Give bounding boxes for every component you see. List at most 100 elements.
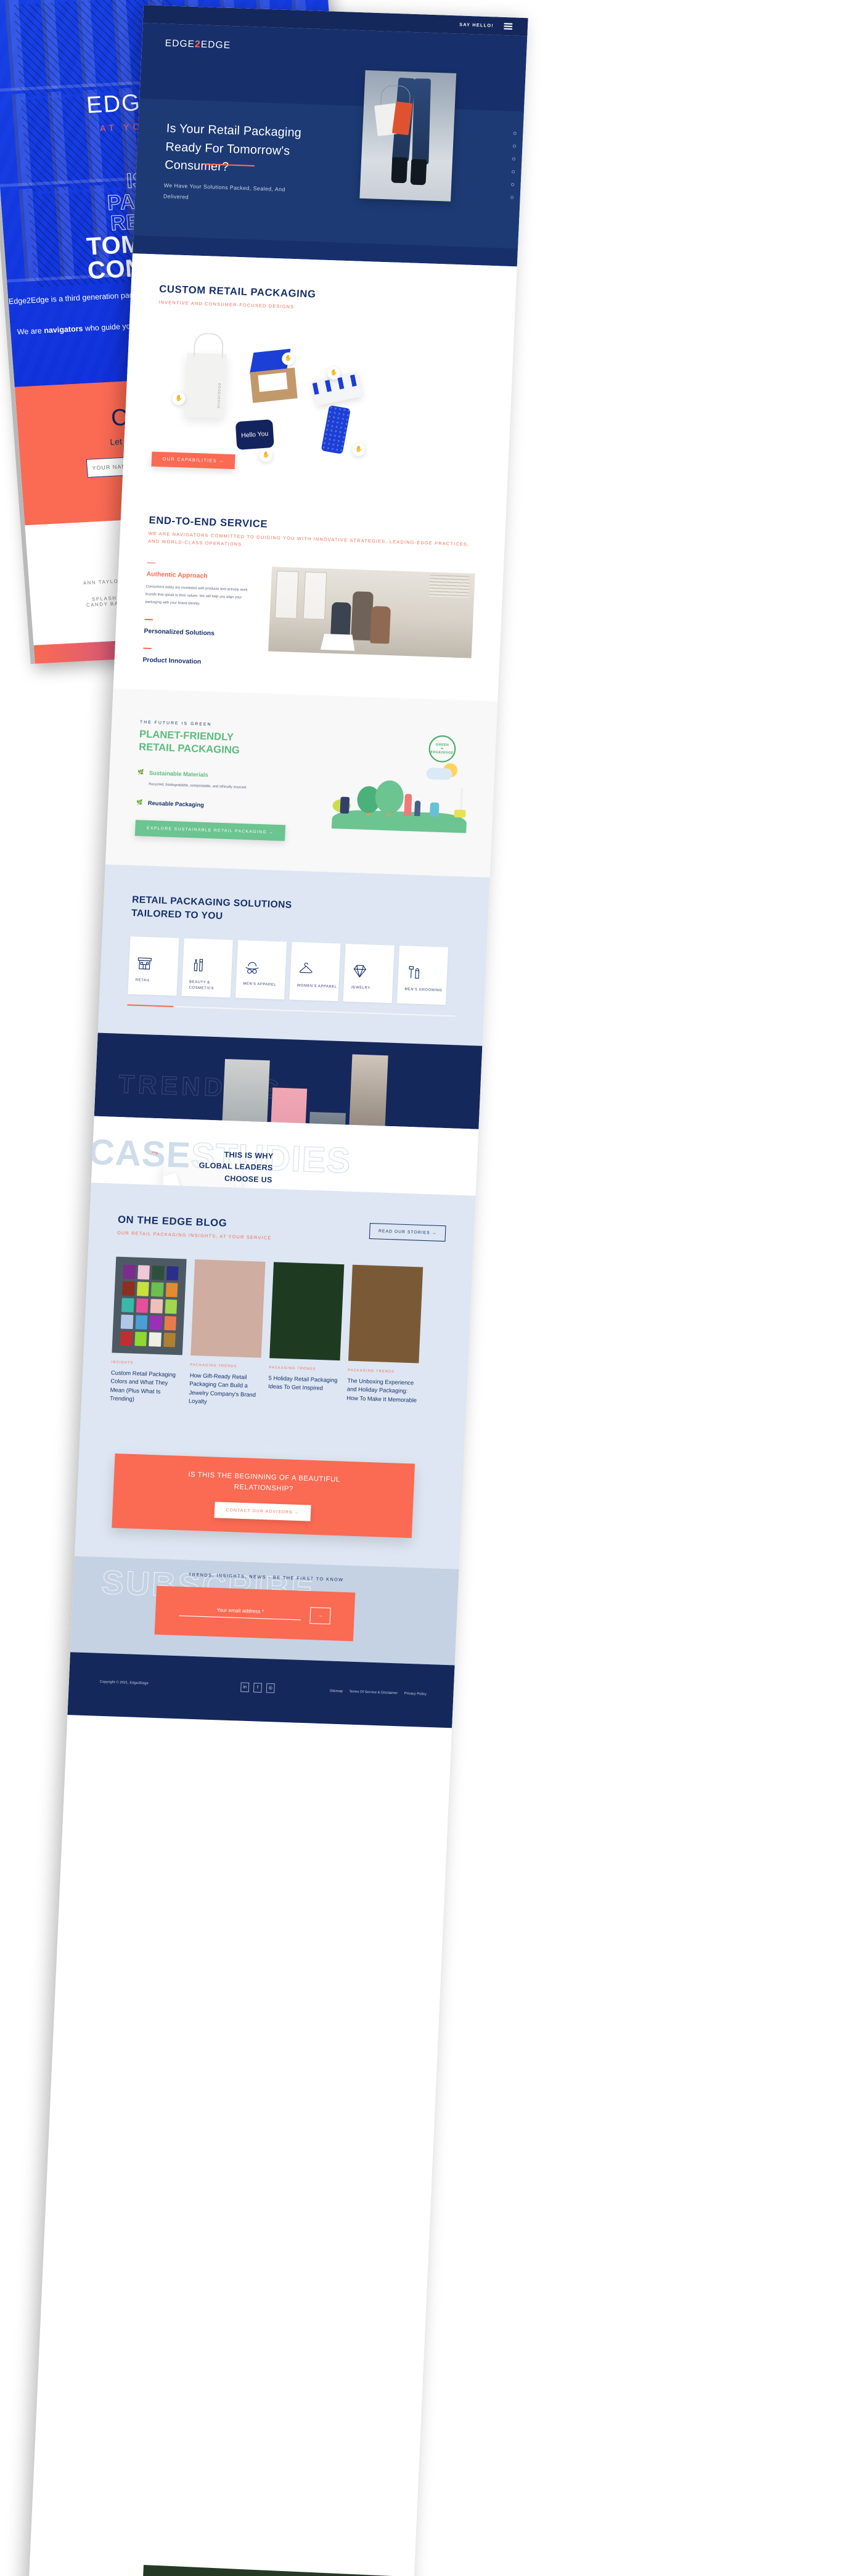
solution-card-label: WOMEN'S APPAREL — [297, 983, 337, 989]
poly-mailer-text: Hello You — [240, 430, 269, 440]
hero-headline: Is Your Retail Packaging Ready For Tomor… — [164, 121, 302, 174]
blog-card-category: PACKAGING TRENDS — [269, 1365, 316, 1372]
logo-left: EDGE — [165, 38, 195, 50]
contact-advisors-button[interactable]: CONTACT OUR ADVISORS → — [214, 1502, 311, 1521]
case-heading-line-2: GLOBAL LEADERS — [198, 1161, 273, 1173]
hat-glasses-icon — [237, 957, 286, 978]
solution-card-mens-apparel[interactable]: MEN'S APPAREL — [235, 940, 287, 1000]
solution-card-label: JEWELRY — [350, 985, 370, 991]
hamburger-menu-icon[interactable] — [504, 23, 513, 30]
blog-card[interactable]: INSIGHTS Custom Retail Packaging Colors … — [110, 1256, 187, 1405]
blog-thumbnail — [112, 1256, 187, 1355]
email-input[interactable]: Your email address * — [179, 1605, 301, 1621]
e2e-item-product-innovation[interactable]: Product Innovation — [142, 647, 255, 668]
blog-card-category: INSIGHTS — [111, 1360, 134, 1365]
bubble-mailer-product — [321, 405, 351, 454]
solution-card-womens-apparel[interactable]: WOMEN'S APPAREL — [289, 941, 341, 1002]
blog-card-title: Custom Retail Packaging Colors and What … — [109, 1369, 176, 1403]
leaf-icon: 🌿 — [137, 769, 144, 775]
read-our-stories-button[interactable]: READ OUR STORIES → — [369, 1222, 446, 1242]
end-to-end-section: END-TO-END SERVICE WE ARE NAVIGATORS COM… — [113, 487, 507, 701]
blog-subtitle: OUR RETAIL PACKAGING INSIGHTS, AT YOUR S… — [117, 1230, 272, 1241]
footer-link-privacy[interactable]: Privacy Policy — [404, 1691, 427, 1696]
solutions-scrollbar[interactable] — [127, 1004, 456, 1017]
e2e-item-personalized-solutions[interactable]: Personalized Solutions — [144, 619, 256, 639]
cta-panel: IS THIS THE BEGINNING OF A BEAUTIFUL REL… — [112, 1453, 415, 1538]
footer-link-sitemap[interactable]: Sitemap — [330, 1689, 343, 1693]
linkedin-icon[interactable]: in — [240, 1682, 250, 1693]
say-hello-link[interactable]: SAY HELLO! — [459, 22, 494, 28]
instagram-icon[interactable]: ◎ — [266, 1683, 275, 1693]
custom-packaging-section: CUSTOM RETAIL PACKAGING INVENTIVE AND CO… — [122, 253, 517, 501]
new-footer: Copyright © 2021, Edge2Edge in f ◎ Sitem… — [67, 1652, 455, 1728]
trending-section: WHAT IS TRENDING IN RETAIL PACKAGING TRE… — [94, 1032, 483, 1129]
trending-tile[interactable] — [221, 1058, 270, 1129]
subscribe-submit-button[interactable]: → — [309, 1606, 331, 1625]
blog-card-title: The Unboxing Experience and Holiday Pack… — [346, 1377, 417, 1404]
case-studies-section: ⤳ THIS IS WHY GLOBAL LEADERS CHOOSE US D… — [91, 1116, 479, 1196]
e2e-item-title: Product Innovation — [142, 656, 202, 666]
solution-card-label: BEAUTY & COSMETICS — [189, 979, 214, 991]
blog-thumbnail — [348, 1264, 423, 1364]
footer-copyright: Copyright © 2021, Edge2Edge — [99, 1680, 149, 1686]
solution-card-label: MEN'S GROOMING — [404, 987, 443, 993]
case-heading: THIS IS WHY GLOBAL LEADERS CHOOSE US — [170, 1147, 274, 1187]
our-capabilities-button[interactable]: OUR CAPABILITIES → — [151, 451, 236, 470]
new-hero-section: EDGE 2 EDGE Is Your Retail Packaging Ready… — [133, 23, 528, 267]
hero-shopper-photo — [359, 70, 457, 202]
subscribe-form: Your email address * → — [154, 1585, 356, 1642]
product-collage: EDGE2EDGE Hello You ✋ ✋ ✋ ✋ ✋ — [152, 324, 486, 463]
tote-bag-product: EDGE2EDGE — [184, 353, 227, 419]
solution-card-jewelry[interactable]: JEWELRY — [343, 943, 395, 1004]
green-feature-title: Reusable Packaging — [147, 799, 205, 809]
green-feature-body: Recycled, biodegradable, compostable, an… — [149, 782, 247, 790]
hanger-icon — [290, 959, 340, 979]
team-meeting-photo — [268, 566, 475, 658]
facebook-icon[interactable]: f — [253, 1682, 263, 1693]
e2e-item-body: Consumers today are inundated with produ… — [145, 585, 248, 606]
new-logo[interactable]: EDGE 2 EDGE — [165, 38, 231, 51]
e2e-item-authentic-approach[interactable]: Authentic Approach Consumers today are i… — [145, 562, 259, 610]
solution-card-mens-grooming[interactable]: MEN'S GROOMING — [396, 945, 449, 1005]
blog-thumbnail — [190, 1259, 266, 1358]
diamond-icon — [344, 960, 393, 981]
eco-illustration — [331, 758, 469, 833]
e2e-item-title: Personalized Solutions — [144, 628, 215, 637]
blog-card-title: How Gift-Ready Retail Packaging Can Buil… — [188, 1372, 256, 1405]
blog-card-category: PACKAGING TRENDS — [190, 1363, 237, 1368]
green-feature-title: Sustainable Materials — [149, 769, 208, 778]
e2e-accordion: Authentic Approach Consumers today are i… — [142, 562, 259, 667]
blog-card-title: 5 Holiday Retail Packaging Ideas To Get … — [268, 1375, 338, 1392]
blog-card[interactable]: PACKAGING TRENDS The Unboxing Experience… — [346, 1264, 423, 1405]
hand-badge-icon: ✋ — [259, 449, 273, 462]
cta-section: IS THIS THE BEGINNING OF A BEAUTIFUL REL… — [74, 1441, 464, 1569]
seal-bottom-text: EDGE2EDGE — [430, 750, 454, 755]
logo-right: EDGE — [200, 39, 231, 51]
hero-text-block: Is Your Retail Packaging Ready For Tomor… — [163, 120, 314, 206]
subscribe-section: SUBSCRIBE TRENDS, INSIGHTS, NEWS - BE TH… — [70, 1556, 459, 1666]
solutions-section: RETAIL PACKAGING SOLUTIONS TAILORED TO YO… — [97, 864, 490, 1046]
blog-thumbnail — [269, 1262, 345, 1360]
divider — [147, 562, 156, 564]
solution-card-label: RETAIL — [135, 978, 150, 983]
blog-card-grid: INSIGHTS Custom Retail Packaging Colors … — [110, 1256, 444, 1414]
e2e-item-title: Authentic Approach — [146, 571, 208, 581]
solution-card-retail[interactable]: RETAIL — [128, 936, 179, 996]
planet-friendly-section: THE FUTURE IS GREEN PLANET-FRIENDLY RETAI… — [105, 688, 498, 878]
divider — [144, 619, 153, 621]
trending-tile[interactable] — [348, 1054, 388, 1129]
blog-card[interactable]: PACKAGING TRENDS How Gift-Ready Retail P… — [189, 1259, 266, 1409]
explore-sustainable-button[interactable]: EXPLORE SUSTAINABLE RETAIL PACKAGING → — [134, 820, 286, 841]
footer-link-terms[interactable]: Terms Of Service & Disclaimer — [349, 1690, 398, 1695]
divider — [143, 647, 152, 649]
case-heading-line-3: CHOOSE US — [224, 1174, 273, 1185]
solution-card-label: MEN'S APPAREL — [243, 981, 277, 987]
blog-card[interactable]: PACKAGING TRENDS 5 Holiday Retail Packag… — [268, 1262, 345, 1394]
razor-brush-icon — [398, 962, 447, 983]
cta-headline: IS THIS THE BEGINNING OF A BEAUTIFUL REL… — [188, 1470, 341, 1494]
solutions-title: RETAIL PACKAGING SOLUTIONS TAILORED TO YO… — [131, 894, 292, 922]
case-heading-line-1: THIS IS WHY — [224, 1150, 274, 1161]
footer-social-links: in f ◎ — [240, 1682, 275, 1693]
hand-badge-icon: ✋ — [172, 391, 186, 406]
solution-card-beauty-cosmetics[interactable]: BEAUTY & COSMETICS — [181, 938, 233, 998]
